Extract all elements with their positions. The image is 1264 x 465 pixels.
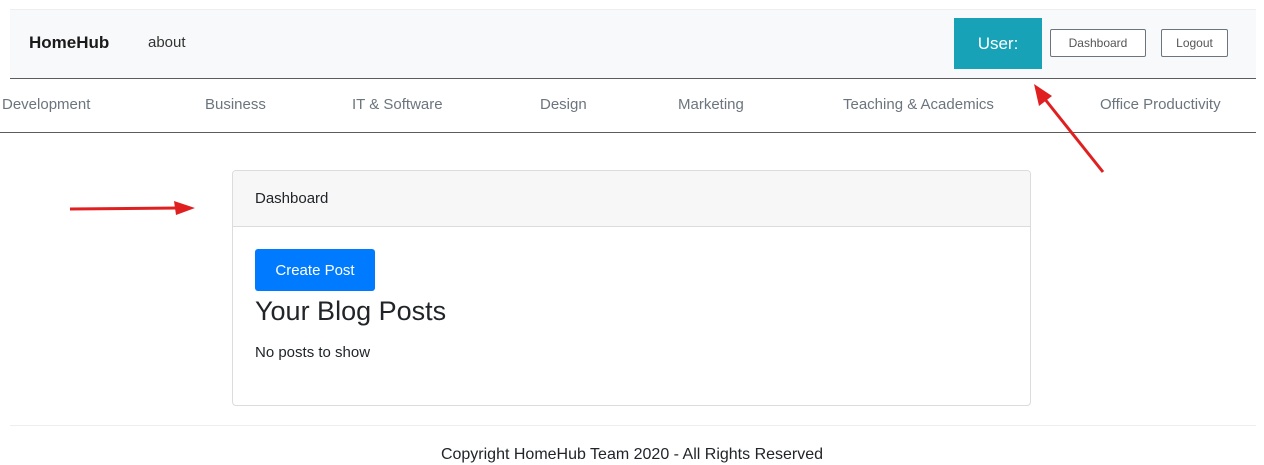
create-post-button[interactable]: Create Post <box>255 249 375 291</box>
footer-copyright: Copyright HomeHub Team 2020 - All Rights… <box>440 446 824 463</box>
annotation-arrow-dashboard <box>69 201 195 215</box>
category-design[interactable]: Design <box>540 96 587 113</box>
empty-posts-message: No posts to show <box>255 344 371 361</box>
logout-button[interactable]: Logout <box>1161 29 1228 57</box>
category-business[interactable]: Business <box>205 96 266 113</box>
category-marketing[interactable]: Marketing <box>678 96 744 113</box>
category-teaching-academics[interactable]: Teaching & Academics <box>843 96 994 113</box>
about-link[interactable]: about <box>148 34 186 51</box>
category-office-productivity[interactable]: Office Productivity <box>1100 96 1221 113</box>
footer-divider <box>10 425 1256 426</box>
brand-logo[interactable]: HomeHub <box>29 33 109 53</box>
category-it-software[interactable]: IT & Software <box>352 96 443 113</box>
category-development[interactable]: Development <box>2 96 90 113</box>
user-button[interactable]: User: <box>954 18 1042 69</box>
dashboard-card: Dashboard Create Post Your Blog Posts No… <box>232 170 1031 406</box>
top-navbar: HomeHub about User: Dashboard Logout <box>10 9 1256 79</box>
blog-posts-heading: Your Blog Posts <box>255 296 447 326</box>
dashboard-button[interactable]: Dashboard <box>1050 29 1146 57</box>
category-nav: Development Business IT & Software Desig… <box>0 79 1256 133</box>
card-header: Dashboard <box>233 171 1030 227</box>
